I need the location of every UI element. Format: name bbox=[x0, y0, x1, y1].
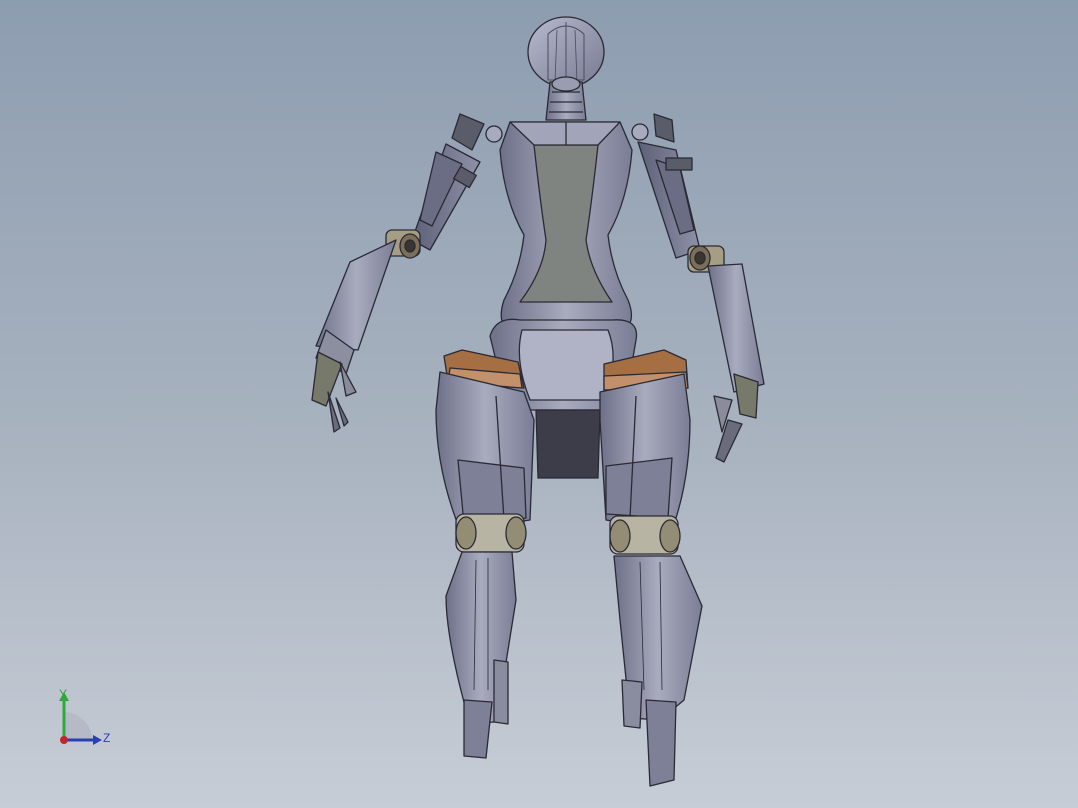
robot-left-thigh bbox=[435, 371, 535, 531]
robot-right-shin bbox=[613, 555, 703, 787]
triad-z-label: Z bbox=[103, 731, 111, 745]
graphics-viewport[interactable]: Y Z bbox=[0, 0, 1078, 808]
robot-model[interactable] bbox=[0, 0, 1078, 808]
robot-torso bbox=[499, 121, 633, 337]
robot-neck bbox=[545, 76, 587, 121]
robot-left-shin bbox=[445, 551, 517, 759]
robot-knees bbox=[455, 513, 681, 555]
robot-right-thigh bbox=[599, 373, 691, 531]
triad-y-label: Y bbox=[59, 687, 68, 701]
reference-triad: Y Z bbox=[48, 684, 128, 756]
